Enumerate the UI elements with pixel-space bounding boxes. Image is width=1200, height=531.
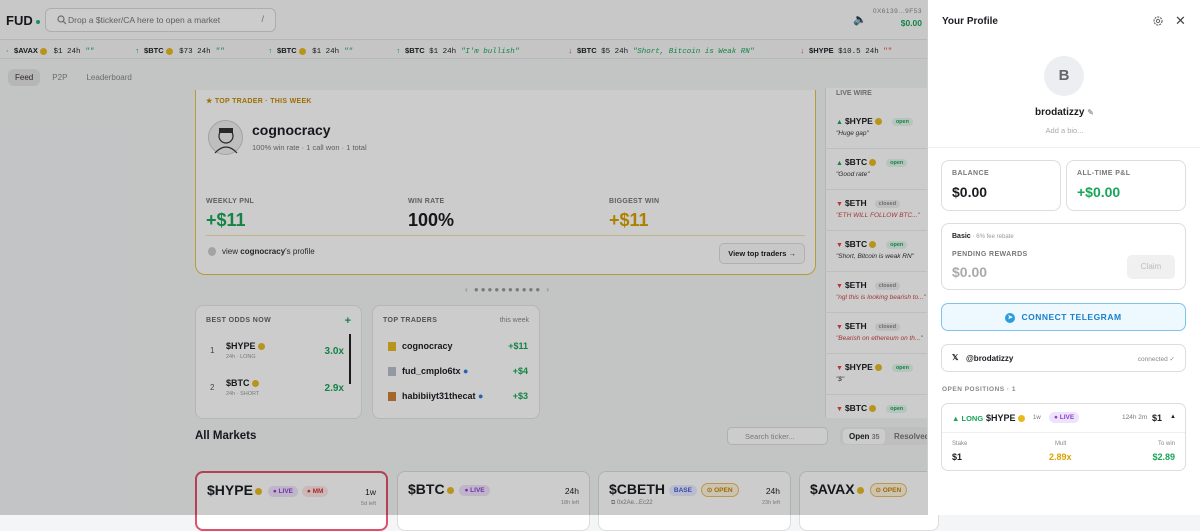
x-account-row[interactable]: 𝕏 @brodatizzy connected ✓ <box>941 344 1186 372</box>
bio-placeholder[interactable]: Add a bio... <box>928 126 1200 135</box>
divider <box>928 147 1200 148</box>
telegram-icon: ➤ <box>1005 312 1016 323</box>
chevron-up-icon[interactable]: ▲ <box>1170 414 1176 420</box>
position-card[interactable]: ▲ LONG $HYPE 1w ● LIVE 124h 2m $1 ▲ Stak… <box>941 403 1186 471</box>
modal-backdrop[interactable] <box>0 0 927 515</box>
open-positions-header: OPEN POSITIONS · 1 <box>942 386 1017 393</box>
edit-icon[interactable]: ✎ <box>1087 108 1094 117</box>
gear-icon[interactable] <box>1152 15 1164 27</box>
profile-panel: Your Profile ✕ B brodatizzy ✎ Add a bio.… <box>927 0 1200 515</box>
connect-telegram-button[interactable]: ➤ CONNECT TELEGRAM <box>941 303 1186 331</box>
app: FUD Drop a $ticker/CA here to open a mar… <box>0 0 1200 531</box>
panel-title: Your Profile <box>942 16 998 27</box>
username: brodatizzy ✎ <box>1035 107 1094 118</box>
close-icon[interactable]: ✕ <box>1175 13 1186 29</box>
divider <box>942 432 1185 433</box>
claim-button[interactable]: Claim <box>1127 255 1175 279</box>
coin-icon <box>1017 415 1025 423</box>
balance-box: BALANCE $0.00 <box>941 160 1061 211</box>
rewards-box: Basic · 6% fee rebate PENDING REWARDS $0… <box>941 223 1186 290</box>
pnl-box: ALL-TIME P&L +$0.00 <box>1066 160 1186 211</box>
avatar[interactable]: B <box>1044 56 1084 96</box>
x-icon: 𝕏 <box>952 353 959 362</box>
